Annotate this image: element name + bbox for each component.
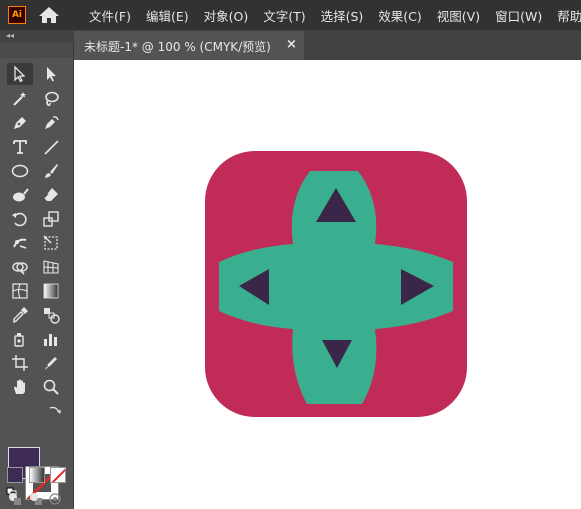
magic-wand-tool-icon[interactable] — [7, 88, 33, 110]
shape-builder-tool-icon[interactable] — [7, 256, 33, 278]
menu-view[interactable]: 视图(V) — [437, 6, 480, 25]
document-tab[interactable]: 未标题-1* @ 100 % (CMYK/预览) × — [74, 31, 304, 60]
free-transform-tool-icon[interactable] — [38, 232, 64, 254]
scale-tool-icon[interactable] — [38, 208, 64, 230]
eraser-tool-icon[interactable] — [38, 184, 64, 206]
menu-type[interactable]: 文字(T) — [263, 6, 305, 25]
draw-normal-icon[interactable] — [8, 492, 22, 506]
paintbrush-tool-icon[interactable] — [38, 160, 64, 182]
dpad-app-icon-artwork[interactable] — [205, 151, 467, 417]
tools-panel-header[interactable] — [0, 42, 73, 58]
rotate-tool-icon[interactable] — [7, 208, 33, 230]
mesh-tool-icon[interactable] — [7, 280, 33, 302]
puppet-warp-tool-icon[interactable] — [7, 232, 33, 254]
ellipse-tool-icon[interactable] — [7, 160, 33, 182]
tools-panel — [0, 42, 74, 509]
draw-behind-icon[interactable] — [29, 492, 43, 506]
none-mode-slash-icon — [51, 468, 65, 482]
menu-window[interactable]: 窗口(W) — [495, 6, 542, 25]
swap-fill-stroke-icon[interactable] — [48, 404, 62, 418]
blend-tool-icon[interactable] — [38, 304, 64, 326]
menu-object[interactable]: 对象(O) — [204, 6, 249, 25]
color-mode-button[interactable] — [7, 467, 23, 483]
perspective-grid-tool-icon[interactable] — [38, 256, 64, 278]
menu-items: 文件(F) 编辑(E) 对象(O) 文字(T) 选择(S) 效果(C) 视图(V… — [89, 0, 581, 30]
menu-file[interactable]: 文件(F) — [89, 6, 131, 25]
draw-inside-icon[interactable] — [48, 492, 62, 506]
artboard-canvas[interactable] — [74, 60, 581, 509]
column-graph-tool-icon[interactable] — [38, 328, 64, 350]
menu-select[interactable]: 选择(S) — [321, 6, 364, 25]
pen-tool-icon[interactable] — [7, 112, 33, 134]
close-tab-icon[interactable]: × — [286, 37, 297, 52]
hand-tool-icon[interactable] — [7, 376, 33, 398]
app-logo: Ai — [8, 6, 26, 24]
gradient-tool-icon[interactable] — [38, 280, 64, 302]
zoom-tool-icon[interactable] — [38, 376, 64, 398]
direct-selection-tool-icon[interactable] — [38, 63, 64, 85]
document-tab-title: 未标题-1* @ 100 % (CMYK/预览) — [84, 40, 271, 54]
type-tool-icon[interactable] — [7, 136, 33, 158]
selection-tool-icon[interactable] — [7, 63, 33, 85]
line-segment-tool-icon[interactable] — [38, 136, 64, 158]
collapse-panel-icon[interactable]: ◂◂ — [6, 30, 14, 42]
slice-tool-icon[interactable] — [38, 352, 64, 374]
none-mode-button[interactable] — [50, 467, 66, 483]
curvature-tool-icon[interactable] — [38, 112, 64, 134]
eyedropper-tool-icon[interactable] — [7, 304, 33, 326]
menu-effect[interactable]: 效果(C) — [378, 6, 421, 25]
blob-brush-tool-icon[interactable] — [7, 184, 33, 206]
gradient-mode-button[interactable] — [29, 467, 45, 483]
artboard-tool-icon[interactable] — [7, 352, 33, 374]
menu-bar: Ai 文件(F) 编辑(E) 对象(O) 文字(T) 选择(S) 效果(C) 视… — [0, 0, 581, 30]
menu-help[interactable]: 帮助(H) — [557, 6, 581, 25]
menu-edit[interactable]: 编辑(E) — [146, 6, 189, 25]
symbol-sprayer-tool-icon[interactable] — [7, 328, 33, 350]
lasso-tool-icon[interactable] — [38, 88, 64, 110]
home-icon[interactable] — [38, 6, 60, 24]
